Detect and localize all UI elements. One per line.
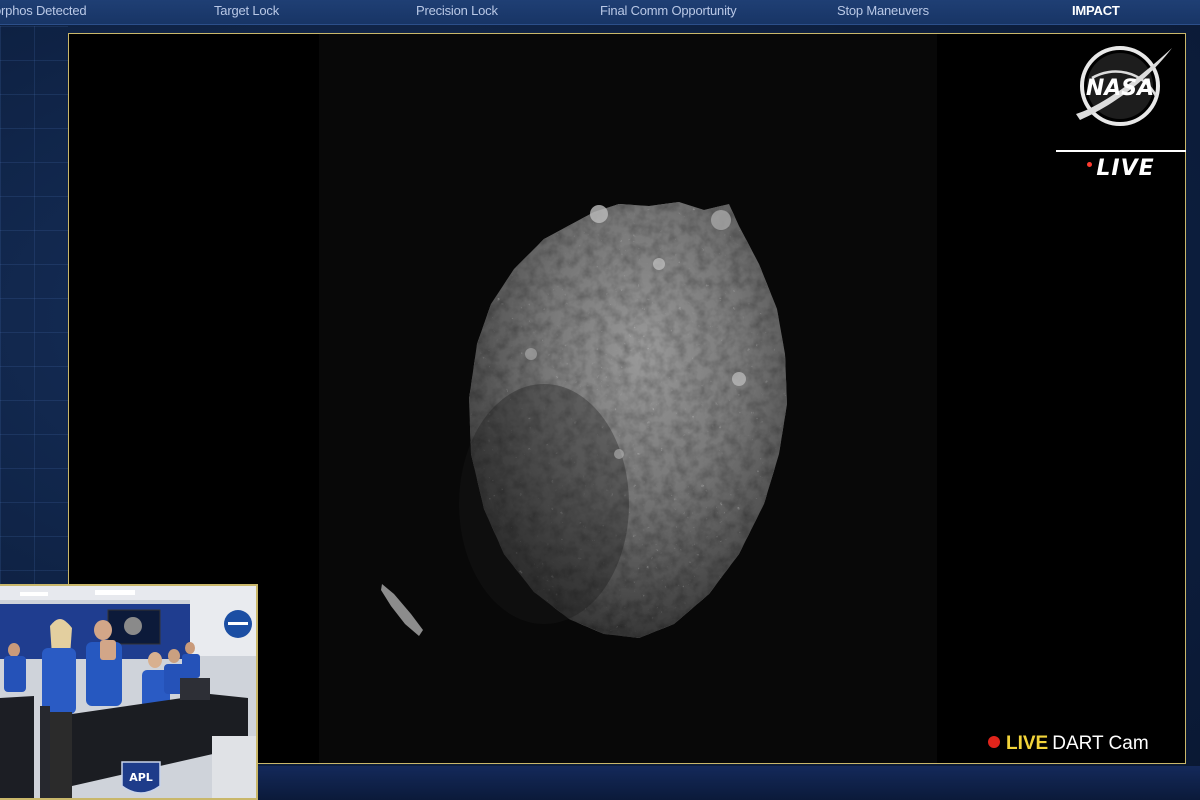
broadcast-screen: orphos Detected Target Lock Precision Lo… xyxy=(0,0,1200,800)
dart-cam-feed xyxy=(319,34,937,763)
milestone-target-lock: Target Lock xyxy=(214,3,280,18)
milestone-final-comm: Final Comm Opportunity xyxy=(600,3,737,18)
milestone-impact: IMPACT xyxy=(1072,3,1120,18)
control-room-image: APL xyxy=(0,586,256,798)
nasa-meatball-icon: NASA xyxy=(1072,36,1176,136)
control-room-pip: APL xyxy=(0,584,258,800)
live-dot-icon xyxy=(1087,162,1093,168)
live-cam-live: LIVE xyxy=(1006,733,1049,754)
milestone-precision-lock: Precision Lock xyxy=(416,3,498,18)
record-dot-icon xyxy=(988,735,1000,748)
live-badge: LIVE xyxy=(1056,150,1186,181)
live-badge-text: LIVE xyxy=(1096,156,1155,181)
apl-logo: APL xyxy=(121,761,161,794)
mission-timeline: orphos Detected Target Lock Precision Lo… xyxy=(0,0,1200,25)
live-cam-label: LIVE DART Cam xyxy=(988,733,1149,757)
apl-wordmark: APL xyxy=(129,771,153,784)
milestone-stop-maneuvers: Stop Maneuvers xyxy=(837,3,929,18)
live-cam-name: DART Cam xyxy=(1052,733,1149,754)
nasa-wordmark: NASA xyxy=(1086,76,1154,101)
asteroid-image xyxy=(381,202,787,638)
milestone-detected: orphos Detected xyxy=(0,3,87,18)
